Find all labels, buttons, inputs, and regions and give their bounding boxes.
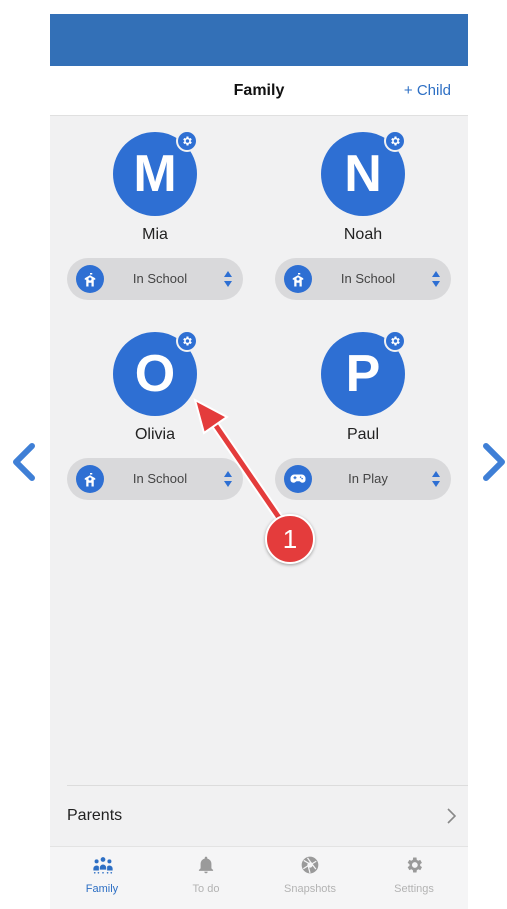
child-name: Olivia	[134, 426, 175, 443]
chevron-right-icon	[447, 808, 456, 824]
updown-arrows-icon	[432, 471, 440, 487]
child-card-mia: M Mia In School	[67, 130, 243, 302]
mode-select[interactable]: In School	[67, 258, 243, 300]
school-icon	[76, 465, 104, 493]
app-screen: Family + Child M Mia In School N Noah In…	[50, 14, 468, 909]
gamepad-icon	[284, 465, 312, 493]
previous-arrow-icon[interactable]	[10, 442, 38, 482]
mode-select[interactable]: In School	[275, 258, 451, 300]
tab-label: To do	[192, 883, 220, 895]
step-number: 1	[282, 524, 298, 554]
step-number-badge: 1	[265, 514, 315, 564]
tab-label: Family	[85, 883, 119, 895]
avatar-initial: N	[344, 145, 382, 203]
parents-label: Parents	[67, 807, 123, 824]
child-avatar[interactable]: P	[321, 330, 406, 416]
avatar-initial: O	[134, 345, 176, 403]
mode-label: In Play	[348, 471, 388, 486]
tab-family[interactable]: Family	[50, 847, 154, 909]
updown-arrows-icon	[224, 271, 232, 287]
updown-arrows-icon	[224, 471, 232, 487]
tab-settings[interactable]: Settings	[362, 847, 466, 909]
camera-aperture-icon	[301, 856, 319, 874]
status-bar	[50, 14, 468, 66]
tab-snapshots[interactable]: Snapshots	[258, 847, 362, 909]
child-settings-gear-icon[interactable]	[384, 330, 406, 352]
child-name: Mia	[142, 226, 168, 243]
child-avatar[interactable]: O	[113, 330, 198, 416]
child-settings-gear-icon[interactable]	[176, 130, 198, 152]
avatar-initial: P	[345, 345, 381, 403]
school-icon	[284, 265, 312, 293]
child-card-noah: N Noah In School	[275, 130, 451, 302]
bell-icon	[198, 856, 214, 874]
avatar-initial: M	[133, 145, 177, 203]
mode-label: In School	[340, 271, 396, 286]
next-arrow-icon[interactable]	[480, 442, 507, 482]
child-settings-gear-icon[interactable]	[384, 130, 406, 152]
school-icon	[76, 265, 104, 293]
tab-label: Settings	[394, 883, 434, 895]
mode-label: In School	[132, 471, 188, 486]
child-settings-gear-icon[interactable]	[176, 330, 198, 352]
tab-label: Snapshots	[284, 883, 336, 895]
mode-select[interactable]: In School	[67, 458, 243, 500]
family-icon	[93, 857, 113, 874]
tab-todo[interactable]: To do	[154, 847, 258, 909]
mode-select[interactable]: In Play	[275, 458, 451, 500]
child-avatar[interactable]: N	[321, 130, 406, 216]
child-card-olivia: O Olivia In School	[67, 330, 243, 502]
add-child-button[interactable]: + Child	[404, 66, 451, 116]
updown-arrows-icon	[432, 271, 440, 287]
child-avatar[interactable]: M	[113, 130, 198, 216]
child-card-paul: P Paul In Play	[275, 330, 451, 502]
mode-label: In School	[132, 271, 188, 286]
child-name: Noah	[343, 226, 383, 243]
child-name: Paul	[346, 426, 380, 443]
gear-icon	[407, 857, 422, 873]
tab-bar: Family To do Snapshots Settings	[50, 846, 468, 909]
header: Family + Child	[50, 66, 468, 116]
parents-row[interactable]: Parents	[50, 786, 468, 846]
